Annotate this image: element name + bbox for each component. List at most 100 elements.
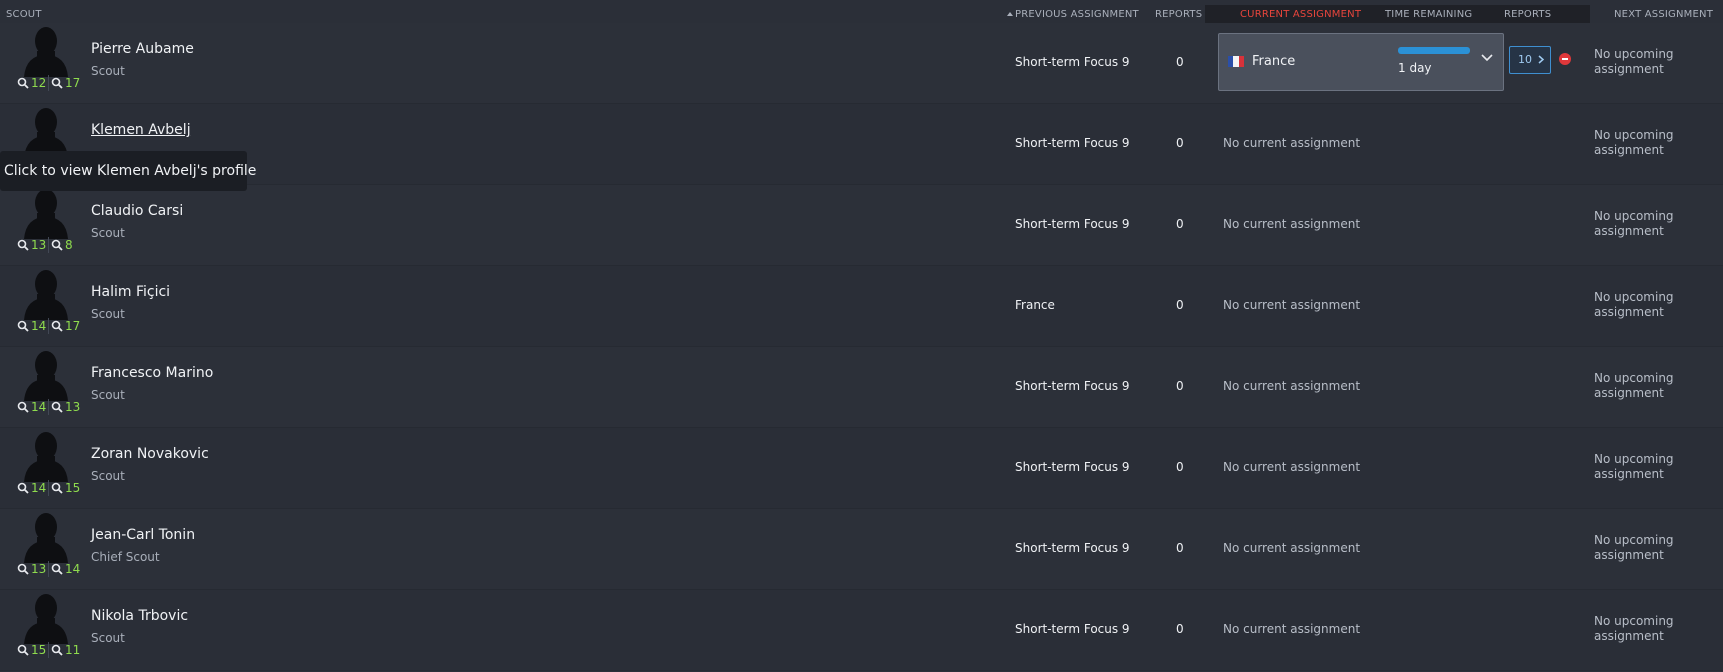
scout-name[interactable]: Claudio Carsi	[91, 203, 183, 219]
stat-1-value: 12	[31, 76, 47, 90]
magnifier-icon	[17, 482, 29, 494]
chevron-down-icon	[1481, 54, 1493, 62]
col-current-assignment[interactable]: CURRENT ASSIGNMENT	[1240, 9, 1361, 20]
scout-name[interactable]: Klemen Avbelj	[91, 122, 191, 138]
previous-assignment: Short-term Focus 9	[1015, 460, 1130, 474]
stat-2-value: 11	[65, 643, 81, 657]
magnifier-icon	[51, 401, 63, 413]
scout-name[interactable]: Nikola Trbovic	[91, 608, 188, 624]
stat-divider	[48, 561, 49, 577]
silhouette-icon	[24, 27, 68, 77]
previous-assignment: Short-term Focus 9	[1015, 622, 1130, 636]
stat-2-value: 15	[65, 481, 81, 495]
stat-1-value: 15	[31, 643, 47, 657]
stat-2-value: 17	[65, 76, 81, 90]
scout-role: Scout	[91, 469, 125, 483]
stat-2-value: 13	[65, 400, 81, 414]
profile-tooltip: Click to view Klemen Avbelj's profile	[0, 151, 256, 191]
stat-divider	[48, 318, 49, 334]
table-row[interactable]: 14 15 Zoran Novakovic Scout Short-term F…	[0, 428, 1723, 509]
stat-divider	[48, 75, 49, 91]
assignment-country: France	[1252, 54, 1296, 69]
table-row[interactable]: 14 17 Halim Fiçici Scout France 0 No upc…	[0, 266, 1723, 347]
stat-1-value: 13	[31, 238, 47, 252]
time-remaining-text: 1 day	[1398, 61, 1432, 75]
reports-count: 0	[1176, 622, 1184, 636]
silhouette-icon	[24, 351, 68, 401]
stat-1: 13	[17, 238, 46, 252]
magnifier-icon	[51, 320, 63, 332]
next-assignment: No upcoming assignment	[1594, 533, 1674, 562]
reports-count: 0	[1176, 298, 1184, 312]
stat-divider	[48, 480, 49, 496]
remove-assignment-icon[interactable]	[1559, 53, 1571, 65]
stat-2: 17	[51, 76, 80, 90]
current-assignment: No current assignment	[1223, 298, 1361, 312]
col-time-remaining[interactable]: TIME REMAINING	[1385, 9, 1472, 20]
stat-divider	[48, 399, 49, 415]
stat-1: 13	[17, 562, 46, 576]
current-assignment: No current assignment	[1223, 541, 1361, 555]
report-target-value: 10	[1518, 53, 1532, 66]
stat-2: 15	[51, 481, 80, 495]
stat-2: 14	[51, 562, 80, 576]
magnifier-icon	[17, 320, 29, 332]
scout-name[interactable]: Jean-Carl Tonin	[91, 527, 195, 543]
previous-assignment: Short-term Focus 9	[1015, 379, 1130, 393]
scout-role: Chief Scout	[91, 550, 160, 564]
reports-count: 0	[1176, 460, 1184, 474]
stat-2-value: 14	[65, 562, 81, 576]
stat-2: 11	[51, 643, 80, 657]
stat-2: 13	[51, 400, 80, 414]
scout-name[interactable]: Francesco Marino	[91, 365, 213, 381]
stat-2-value: 17	[65, 319, 81, 333]
scout-role: Scout	[91, 226, 125, 240]
current-assignment: No current assignment	[1223, 622, 1361, 636]
col-current-reports[interactable]: REPORTS	[1504, 9, 1551, 20]
stat-1-value: 14	[31, 400, 47, 414]
silhouette-icon	[24, 270, 68, 320]
previous-assignment: France	[1015, 298, 1055, 312]
stat-2: 8	[51, 238, 73, 252]
current-assignment: No current assignment	[1223, 460, 1361, 474]
scout-role: Scout	[91, 388, 125, 402]
scout-name[interactable]: Halim Fiçici	[91, 284, 170, 300]
scout-name[interactable]: Zoran Novakovic	[91, 446, 209, 462]
table-row[interactable]: 13 14 Jean-Carl Tonin Chief Scout Short-…	[0, 509, 1723, 590]
report-target-button[interactable]: 10	[1509, 46, 1551, 74]
col-scout[interactable]: SCOUT	[6, 9, 42, 20]
scout-name[interactable]: Pierre Aubame	[91, 41, 194, 57]
magnifier-icon	[17, 77, 29, 89]
col-next-assignment[interactable]: NEXT ASSIGNMENT	[1614, 9, 1713, 20]
tooltip-text: Click to view Klemen Avbelj's profile	[4, 163, 257, 179]
stat-divider	[48, 642, 49, 658]
stat-1-value: 14	[31, 319, 47, 333]
table-header: SCOUT PREVIOUS ASSIGNMENT REPORTS CURREN…	[0, 0, 1723, 24]
stat-1: 14	[17, 400, 46, 414]
silhouette-icon	[24, 594, 68, 644]
magnifier-icon	[51, 77, 63, 89]
col-previous-assignment[interactable]: PREVIOUS ASSIGNMENT	[1007, 9, 1139, 20]
scout-role: Scout	[91, 307, 125, 321]
chevron-right-icon	[1538, 55, 1544, 64]
stat-1-value: 13	[31, 562, 47, 576]
previous-assignment: Short-term Focus 9	[1015, 217, 1130, 231]
next-assignment: No upcoming assignment	[1594, 614, 1674, 643]
magnifier-icon	[51, 563, 63, 575]
table-row[interactable]: 12 17 Pierre Aubame Scout Short-term Foc…	[0, 23, 1723, 104]
table-row[interactable]: 15 11 Nikola Trbovic Scout Short-term Fo…	[0, 590, 1723, 671]
current-assignment-dropdown[interactable]: France 1 day	[1218, 33, 1504, 91]
sort-asc-icon	[1007, 12, 1013, 16]
france-flag-icon	[1228, 56, 1244, 67]
table-row[interactable]: 14 13 Francesco Marino Scout Short-term …	[0, 347, 1723, 428]
next-assignment: No upcoming assignment	[1594, 371, 1674, 400]
stat-1: 14	[17, 481, 46, 495]
next-assignment: No upcoming assignment	[1594, 128, 1674, 157]
scout-list: 12 17 Pierre Aubame Scout Short-term Foc…	[0, 23, 1723, 671]
col-previous-assignment-label: PREVIOUS ASSIGNMENT	[1015, 9, 1139, 20]
magnifier-icon	[17, 401, 29, 413]
next-assignment: No upcoming assignment	[1594, 209, 1674, 238]
table-row[interactable]: 13 8 Claudio Carsi Scout Short-term Focu…	[0, 185, 1723, 266]
table-row[interactable]: Klemen Avbelj Short-term Focus 9 0 No up…	[0, 104, 1723, 185]
col-reports[interactable]: REPORTS	[1155, 9, 1202, 20]
